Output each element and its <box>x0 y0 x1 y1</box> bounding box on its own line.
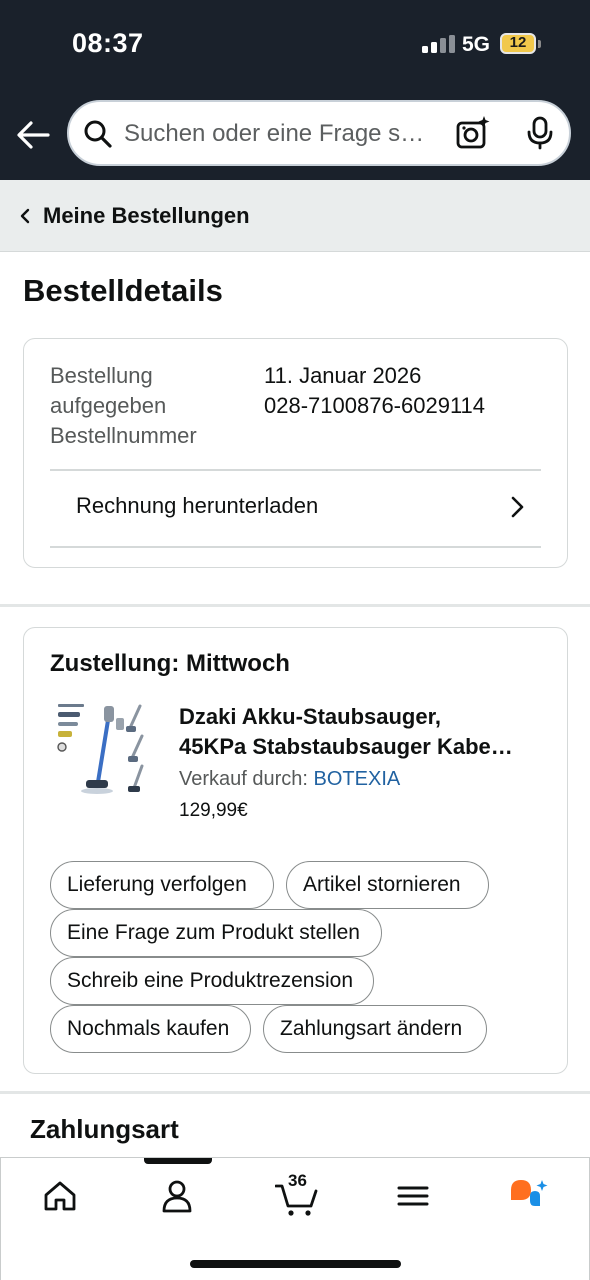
ask-product-question-button[interactable]: Eine Frage zum Produkt stellen <box>50 909 382 957</box>
order-date: 11. Januar 2026 <box>264 363 422 388</box>
order-values: 11. Januar 2026 028-7100876-6029114 <box>264 361 485 421</box>
chevron-left-icon <box>18 208 32 224</box>
sold-by-label: Verkauf durch: <box>179 768 308 790</box>
app-header: 08:37 5G 12 <box>0 0 590 180</box>
home-indicator <box>190 1260 401 1268</box>
track-delivery-button[interactable]: Lieferung verfolgen <box>50 861 274 909</box>
section-separator <box>0 604 590 607</box>
sold-by: Verkauf durch: BOTEXIA <box>179 768 400 791</box>
change-payment-method-button[interactable]: Zahlungsart ändern <box>263 1005 487 1053</box>
order-summary-card: Bestellung aufgegeben Bestellnummer 11. … <box>23 338 568 568</box>
search-input[interactable] <box>124 118 446 150</box>
breadcrumb[interactable]: Meine Bestellungen <box>0 180 590 252</box>
order-number: 028-7100876-6029114 <box>264 393 486 418</box>
delivery-card: Zustellung: Mittwoch Dzaki Akku-Staubsau… <box>23 627 568 1074</box>
page-title: Bestelldetails <box>23 273 223 308</box>
payment-section-title: Zahlungsart <box>30 1114 179 1144</box>
camera-sparkle-icon[interactable] <box>455 115 491 151</box>
home-icon[interactable] <box>42 1178 78 1214</box>
order-label: aufgegeben <box>50 393 167 418</box>
microphone-icon[interactable] <box>525 116 555 150</box>
product-image[interactable] <box>50 700 155 805</box>
rufus-assistant-icon[interactable] <box>509 1178 551 1214</box>
divider <box>50 546 541 548</box>
menu-icon[interactable] <box>395 1178 431 1214</box>
signal-strength-icon <box>422 35 455 53</box>
search-bar[interactable] <box>67 100 571 166</box>
product-price: 129,99€ <box>179 800 248 821</box>
download-invoice-row[interactable]: Rechnung herunterladen <box>24 471 569 547</box>
back-arrow-icon[interactable] <box>14 116 52 154</box>
order-labels: Bestellung aufgegeben Bestellnummer <box>50 361 197 451</box>
search-icon <box>83 119 113 149</box>
battery-tip <box>538 40 541 48</box>
cancel-item-button[interactable]: Artikel stornieren <box>286 861 489 909</box>
network-type: 5G <box>462 33 491 56</box>
section-separator <box>0 1091 590 1094</box>
product-title[interactable]: Dzaki Akku-Staubsauger, 45KPa Stabstaubs… <box>179 702 541 762</box>
download-invoice-label: Rechnung herunterladen <box>76 493 319 518</box>
buy-again-button[interactable]: Nochmals kaufen <box>50 1005 251 1053</box>
active-tab-indicator <box>144 1158 212 1164</box>
breadcrumb-label[interactable]: Meine Bestellungen <box>43 203 250 229</box>
profile-icon[interactable] <box>159 1178 195 1214</box>
cart-count-badge: 36 <box>288 1171 307 1190</box>
battery-icon: 12 <box>500 33 536 54</box>
chevron-right-icon <box>509 495 525 519</box>
product-title-line: Dzaki Akku-Staubsauger, <box>179 704 442 729</box>
write-review-button[interactable]: Schreib eine Produktrezension <box>50 957 374 1005</box>
order-label: Bestellnummer <box>50 423 197 448</box>
delivery-title: Zustellung: Mittwoch <box>50 650 290 677</box>
status-time: 08:37 <box>72 28 144 58</box>
order-label: Bestellung <box>50 363 153 388</box>
seller-link[interactable]: BOTEXIA <box>314 768 401 790</box>
battery-level: 12 <box>509 34 527 51</box>
product-title-line: 45KPa Stabstaubsauger Kabe… <box>179 734 513 759</box>
